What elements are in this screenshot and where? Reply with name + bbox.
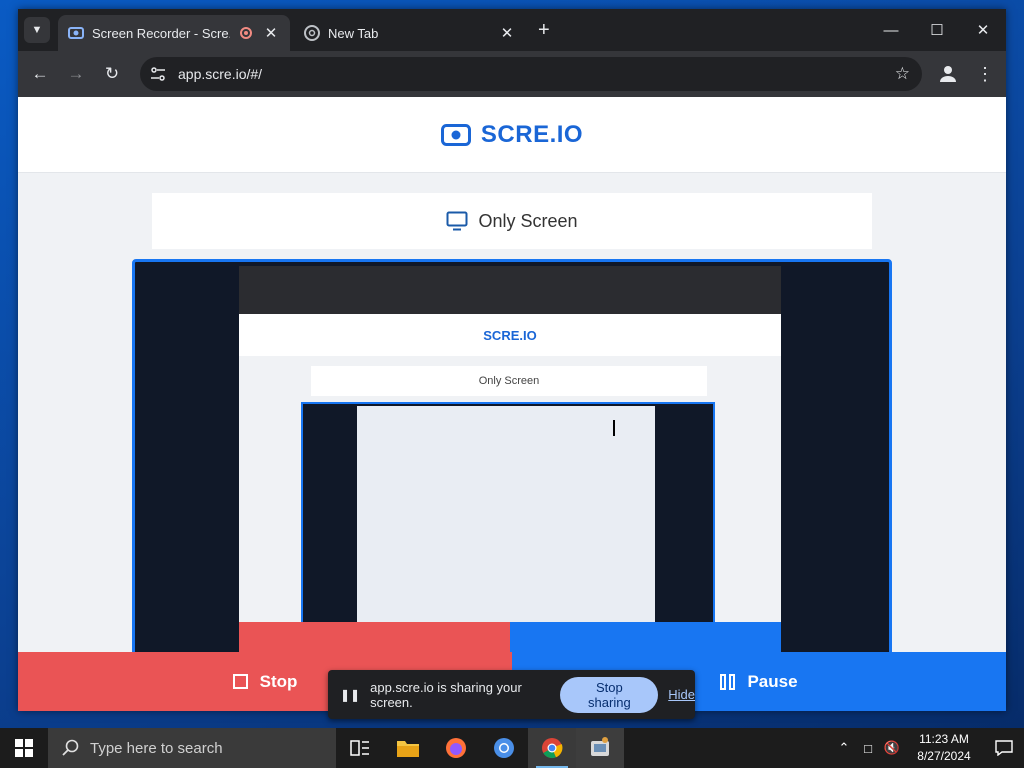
sharing-message: app.scre.io is sharing your screen. <box>370 679 522 710</box>
app-button[interactable] <box>576 728 624 768</box>
search-icon <box>62 739 79 756</box>
task-view-button[interactable] <box>336 728 384 768</box>
screen-recorder-favicon-icon <box>68 27 84 39</box>
browser-toolbar: ← → ↻ app.scre.io/#/ ☆ ⋮ <box>18 51 1006 97</box>
tab-new-tab[interactable]: New Tab ✕ <box>294 15 526 51</box>
preview-nested-inner <box>357 406 655 624</box>
start-button[interactable] <box>0 728 48 768</box>
chromium-button[interactable] <box>480 728 528 768</box>
page-content: SCRE.IO Only Screen SCRE.IO Only Screen <box>18 97 1006 711</box>
capture-mode-selector[interactable]: Only Screen <box>152 193 872 249</box>
windows-taskbar: Type here to search ⌃ □ 🔇 11:23 AM 8/27/… <box>0 728 1024 768</box>
chrome-favicon-icon <box>304 25 320 41</box>
logo-text: SCRE.IO <box>480 120 584 148</box>
search-placeholder: Type here to search <box>90 739 223 757</box>
preview-cursor <box>613 420 623 436</box>
capture-mode-label: Only Screen <box>478 210 578 231</box>
url-text: app.scre.io/#/ <box>178 66 263 82</box>
chrome-icon <box>542 738 563 759</box>
tab-title: New Tab <box>328 25 379 41</box>
drag-handle-icon[interactable]: ❚❚ <box>340 688 360 702</box>
site-settings-icon[interactable] <box>150 66 166 82</box>
pause-icon <box>720 673 736 690</box>
taskbar-search-box[interactable]: Type here to search <box>48 728 336 768</box>
folder-icon <box>397 741 419 757</box>
screen-preview: SCRE.IO Only Screen <box>132 259 892 661</box>
preview-browser-chrome <box>239 266 781 314</box>
preview-mode-label: Only Screen <box>311 366 707 396</box>
chrome-button[interactable] <box>528 728 576 768</box>
notification-center-button[interactable] <box>984 740 1024 756</box>
tab-title: Screen Recorder - Scre.io <box>92 25 230 41</box>
screen-sharing-notification: ❚❚ app.scre.io is sharing your screen. S… <box>328 670 695 719</box>
system-clock[interactable]: 11:23 AM 8/27/2024 <box>904 731 984 765</box>
show-hidden-icons-chevron-icon[interactable]: ⌃ <box>832 740 856 756</box>
address-bar[interactable]: app.scre.io/#/ ☆ <box>140 57 922 91</box>
firefox-button[interactable] <box>432 728 480 768</box>
close-tab-icon[interactable]: ✕ <box>262 24 280 42</box>
pause-label: Pause <box>747 671 798 691</box>
browser-menu-icon[interactable]: ⋮ <box>976 64 994 85</box>
stop-square-icon <box>232 674 248 689</box>
tab-screen-recorder[interactable]: Screen Recorder - Scre.io ✕ <box>58 15 290 51</box>
close-window-button[interactable]: ✕ <box>960 9 1006 51</box>
windows-logo-icon <box>15 739 33 757</box>
network-icon[interactable]: □ <box>856 741 880 756</box>
hide-notification-link[interactable]: Hide <box>668 687 695 702</box>
bookmark-star-icon[interactable]: ☆ <box>895 64 910 84</box>
reload-button[interactable]: ↻ <box>94 64 130 84</box>
app-icon <box>591 737 609 756</box>
maximize-button[interactable]: ☐ <box>914 9 960 51</box>
tab-strip: ▼ Screen Recorder - Scre.io ✕ New Tab ✕ … <box>18 9 1006 51</box>
preview-recursive-capture: SCRE.IO Only Screen <box>239 266 781 658</box>
site-logo[interactable]: SCRE.IO <box>440 120 584 149</box>
window-controls: — ☐ ✕ <box>868 9 1006 51</box>
stop-label: Stop <box>259 671 298 691</box>
preview-nested-frame <box>301 402 715 628</box>
chromium-icon <box>494 738 514 758</box>
clock-date: 8/27/2024 <box>917 749 971 763</box>
profile-icon[interactable] <box>936 62 960 86</box>
stop-sharing-button[interactable]: Stop sharing <box>560 676 659 713</box>
volume-muted-icon[interactable]: 🔇 <box>880 740 904 756</box>
clock-time: 11:23 AM <box>919 732 969 746</box>
new-tab-button[interactable]: + <box>538 19 550 42</box>
recording-indicator-icon <box>240 27 252 39</box>
preview-logo: SCRE.IO <box>239 314 781 356</box>
system-tray: ⌃ □ 🔇 11:23 AM 8/27/2024 <box>832 728 1024 768</box>
site-header: SCRE.IO <box>18 97 1006 173</box>
logo-camera-icon <box>440 123 471 146</box>
firefox-icon <box>446 738 466 758</box>
notification-icon <box>995 740 1013 756</box>
preview-page: SCRE.IO Only Screen <box>239 314 781 628</box>
minimize-button[interactable]: — <box>868 9 914 51</box>
task-view-icon <box>350 740 369 756</box>
forward-button[interactable]: → <box>58 64 94 84</box>
close-tab-icon[interactable]: ✕ <box>498 24 516 42</box>
back-button[interactable]: ← <box>22 64 58 84</box>
browser-window: ▼ Screen Recorder - Scre.io ✕ New Tab ✕ … <box>18 9 1006 711</box>
file-explorer-button[interactable] <box>384 728 432 768</box>
tab-search-button[interactable]: ▼ <box>24 17 50 43</box>
monitor-icon <box>446 211 468 231</box>
